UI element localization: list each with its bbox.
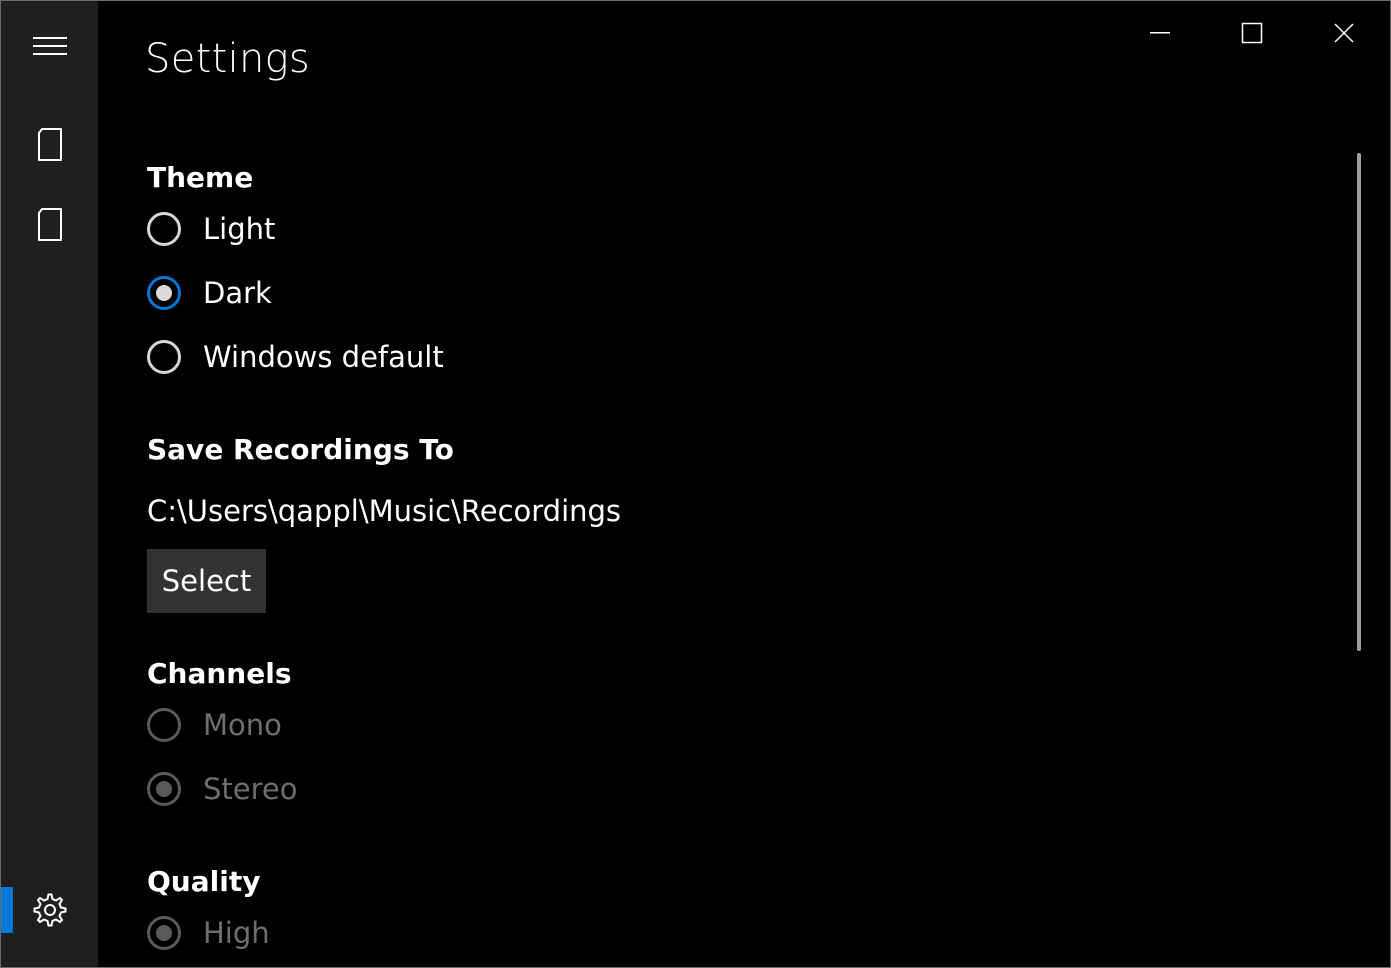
sidebar-item-settings[interactable] xyxy=(1,878,98,942)
radio-label: Light xyxy=(203,212,276,246)
recording-page-icon xyxy=(37,128,62,161)
radio-label: Stereo xyxy=(203,772,298,806)
vertical-scrollbar[interactable] xyxy=(1357,153,1361,651)
sidebar-item-recordings[interactable] xyxy=(1,193,98,257)
close-button[interactable] xyxy=(1298,1,1390,65)
radio-circle xyxy=(147,340,181,374)
select-folder-button[interactable]: Select xyxy=(147,549,266,613)
minimize-button[interactable] xyxy=(1114,1,1206,65)
gear-icon xyxy=(33,893,66,927)
channels-mono-radio: Mono xyxy=(147,705,282,745)
sidebar xyxy=(1,1,98,967)
radio-label: Dark xyxy=(203,276,272,310)
radio-label: Windows default xyxy=(203,340,444,374)
theme-windows-default-radio[interactable]: Windows default xyxy=(147,337,444,377)
radio-circle xyxy=(147,916,181,950)
close-icon xyxy=(1334,23,1354,43)
quality-high-radio: High xyxy=(147,913,270,953)
theme-header: Theme xyxy=(147,161,254,194)
minimize-icon xyxy=(1150,32,1170,34)
maximize-icon xyxy=(1241,22,1263,44)
hamburger-menu-icon xyxy=(32,37,67,55)
radio-circle xyxy=(147,708,181,742)
radio-label: Mono xyxy=(203,708,282,742)
channels-stereo-radio: Stereo xyxy=(147,769,298,809)
radio-circle xyxy=(147,276,181,310)
hamburger-menu-button[interactable] xyxy=(1,14,98,78)
radio-circle xyxy=(147,772,181,806)
save-path: C:\Users\qappl\Music\Recordings xyxy=(147,494,622,528)
app-window: Settings Theme Light Dark Windows defaul… xyxy=(0,0,1391,968)
theme-dark-radio[interactable]: Dark xyxy=(147,273,272,313)
maximize-button[interactable] xyxy=(1206,1,1298,65)
quality-header: Quality xyxy=(147,865,261,898)
radio-label: High xyxy=(203,916,270,950)
save-recordings-header: Save Recordings To xyxy=(147,433,454,466)
channels-header: Channels xyxy=(147,657,292,690)
theme-light-radio[interactable]: Light xyxy=(147,209,275,249)
radio-circle xyxy=(147,212,181,246)
sidebar-item-record[interactable] xyxy=(1,113,98,177)
recordings-list-icon xyxy=(37,208,62,241)
page-title: Settings xyxy=(145,36,311,82)
